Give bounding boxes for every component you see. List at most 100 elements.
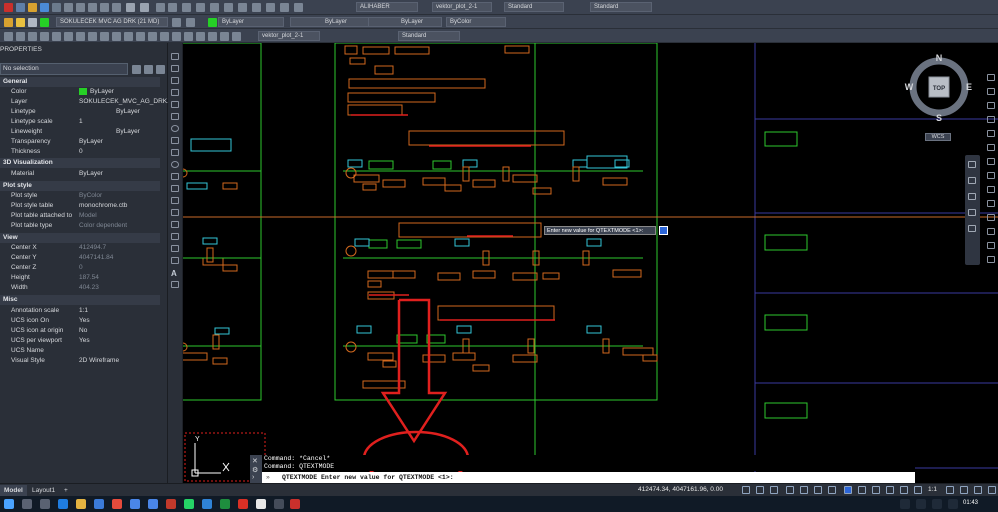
hardware-acceleration-icon[interactable] bbox=[974, 486, 982, 494]
volume-icon[interactable] bbox=[932, 499, 942, 509]
prop-row-plot-table-type[interactable]: Plot table type Color dependent bbox=[0, 221, 160, 231]
youtube-icon[interactable] bbox=[166, 499, 176, 509]
erase-icon[interactable] bbox=[220, 32, 229, 41]
toggle-pickadd-icon[interactable] bbox=[132, 65, 141, 74]
linetype-dropdown[interactable]: ByLayer bbox=[290, 17, 380, 27]
markup-icon[interactable] bbox=[266, 3, 275, 12]
infer-constraints-icon[interactable] bbox=[786, 486, 794, 494]
add-selected-icon[interactable] bbox=[171, 281, 179, 288]
circle-icon[interactable] bbox=[28, 32, 37, 41]
tool-palettes-icon[interactable] bbox=[224, 3, 233, 12]
erase-tool-icon[interactable] bbox=[987, 74, 995, 81]
trim-icon[interactable] bbox=[136, 32, 145, 41]
prop-row-center-x[interactable]: Center X 412494.7 bbox=[0, 243, 160, 253]
prop-row-plot-style[interactable]: Plot style ByColor bbox=[0, 191, 160, 201]
section-plot-style[interactable]: Plot style bbox=[0, 181, 160, 191]
command-line-handle[interactable]: ✕ ⚙ › bbox=[250, 455, 262, 483]
netflix-icon[interactable] bbox=[238, 499, 248, 509]
compass-east[interactable]: E bbox=[966, 82, 972, 92]
command-input[interactable]: » QTEXTMODE Enter new value for QTEXTMOD… bbox=[262, 472, 915, 483]
prop-row-ucs-icon-origin[interactable]: UCS icon at origin No bbox=[0, 326, 160, 336]
mail-icon[interactable] bbox=[94, 499, 104, 509]
insert-block-icon[interactable] bbox=[171, 185, 179, 192]
rectangle-icon[interactable] bbox=[52, 32, 61, 41]
make-block-icon[interactable] bbox=[171, 197, 179, 204]
layer-on-icon[interactable] bbox=[4, 18, 13, 27]
ortho-icon[interactable] bbox=[814, 486, 822, 494]
fillet-icon[interactable] bbox=[160, 32, 169, 41]
offset-icon[interactable] bbox=[124, 32, 133, 41]
grid-icon[interactable] bbox=[756, 486, 764, 494]
prop-row-layer[interactable]: Layer SOKULECEK_MVC_AG_DRK... bbox=[0, 97, 173, 107]
fillet-tool-icon[interactable] bbox=[987, 256, 995, 263]
prop-row-linetype-scale[interactable]: Linetype scale 1 bbox=[0, 117, 160, 127]
rectangle-tool-icon[interactable] bbox=[171, 101, 179, 108]
layer-previous-icon[interactable] bbox=[186, 18, 195, 27]
arc-tool-icon[interactable] bbox=[171, 113, 179, 120]
revision-cloud-icon[interactable] bbox=[171, 137, 179, 144]
viewcube-face[interactable]: TOP bbox=[933, 86, 945, 92]
line-tool-icon[interactable] bbox=[171, 53, 179, 60]
move-tool-icon[interactable] bbox=[987, 144, 995, 151]
open-file-icon[interactable] bbox=[28, 3, 37, 12]
mirror-tool-icon[interactable] bbox=[987, 102, 995, 109]
workspace-icon[interactable] bbox=[946, 486, 954, 494]
prop-row-width[interactable]: Width 404.23 bbox=[0, 283, 160, 293]
prop-row-plot-style-table[interactable]: Plot style table monochrome.ctb bbox=[0, 201, 160, 211]
plot-style-dropdown[interactable]: ByColor bbox=[446, 17, 506, 27]
prop-row-ucs-per-viewport[interactable]: UCS per viewport Yes bbox=[0, 336, 160, 346]
match-properties-icon[interactable] bbox=[100, 3, 109, 12]
autocad-icon[interactable] bbox=[290, 499, 300, 509]
dimension-style-dropdown-2[interactable]: vektor_plot_2-1 bbox=[258, 31, 320, 41]
join-tool-icon[interactable] bbox=[987, 242, 995, 249]
pan-nav-icon[interactable] bbox=[968, 177, 976, 184]
customization-icon[interactable] bbox=[988, 486, 996, 494]
copy-object-icon[interactable] bbox=[88, 32, 97, 41]
zoom-nav-icon[interactable] bbox=[968, 193, 976, 200]
prop-row-material[interactable]: Material ByLayer bbox=[0, 169, 160, 179]
print-icon[interactable] bbox=[52, 3, 61, 12]
taskbar-clock[interactable]: 01:43 bbox=[963, 500, 978, 506]
app-menu-icon[interactable] bbox=[4, 3, 13, 12]
scale-tool-icon[interactable] bbox=[987, 172, 995, 179]
store-icon[interactable] bbox=[112, 499, 122, 509]
start-icon[interactable] bbox=[4, 499, 14, 509]
file-explorer-icon[interactable] bbox=[76, 499, 86, 509]
extend-tool-icon[interactable] bbox=[987, 214, 995, 221]
prop-row-height[interactable]: Height 187.54 bbox=[0, 273, 160, 283]
prop-row-center-y[interactable]: Center Y 4047141.84 bbox=[0, 253, 160, 263]
stretch-tool-icon[interactable] bbox=[987, 186, 995, 193]
break-tool-icon[interactable] bbox=[987, 228, 995, 235]
network-icon[interactable] bbox=[916, 499, 926, 509]
trim-tool-icon[interactable] bbox=[987, 200, 995, 207]
rotate-icon[interactable] bbox=[100, 32, 109, 41]
prop-row-center-z[interactable]: Center Z 0 bbox=[0, 263, 160, 273]
prop-row-plot-table-attached[interactable]: Plot table attached to Model bbox=[0, 211, 160, 221]
polygon-tool-icon[interactable] bbox=[171, 89, 179, 96]
ellipse-tool-icon[interactable] bbox=[171, 161, 179, 168]
object-snap-tracking-icon[interactable] bbox=[858, 486, 866, 494]
multileader-style-dropdown[interactable]: Standard bbox=[590, 2, 652, 12]
layer-freeze-icon[interactable] bbox=[16, 18, 25, 27]
hatch-tool-icon[interactable] bbox=[171, 221, 179, 228]
array-tool-icon[interactable] bbox=[987, 130, 995, 137]
block-editor-icon[interactable] bbox=[112, 3, 121, 12]
section-view[interactable]: View bbox=[0, 233, 160, 243]
prop-row-annotation-scale[interactable]: Annotation scale 1:1 bbox=[0, 306, 160, 316]
hatch-icon[interactable] bbox=[64, 32, 73, 41]
system-tray-icon[interactable] bbox=[900, 499, 910, 509]
lineweight-icon[interactable] bbox=[886, 486, 894, 494]
compass-north[interactable]: N bbox=[936, 53, 943, 63]
prop-row-color[interactable]: Color ByLayer bbox=[0, 87, 160, 97]
telegram-icon[interactable] bbox=[148, 499, 158, 509]
polar-icon[interactable] bbox=[828, 486, 836, 494]
gradient-tool-icon[interactable] bbox=[171, 233, 179, 240]
make-current-layer-icon[interactable] bbox=[172, 18, 181, 27]
whatsapp-icon[interactable] bbox=[184, 499, 194, 509]
chrome-icon[interactable] bbox=[130, 499, 140, 509]
pan-icon[interactable] bbox=[156, 3, 165, 12]
prop-row-visual-style[interactable]: Visual Style 2D Wireframe bbox=[0, 356, 160, 366]
zoom-extents-icon[interactable] bbox=[196, 3, 205, 12]
layer-dropdown[interactable]: SOKULECEK MVC AG DRK (21 MD) bbox=[56, 17, 168, 27]
model-space-icon[interactable] bbox=[742, 486, 750, 494]
